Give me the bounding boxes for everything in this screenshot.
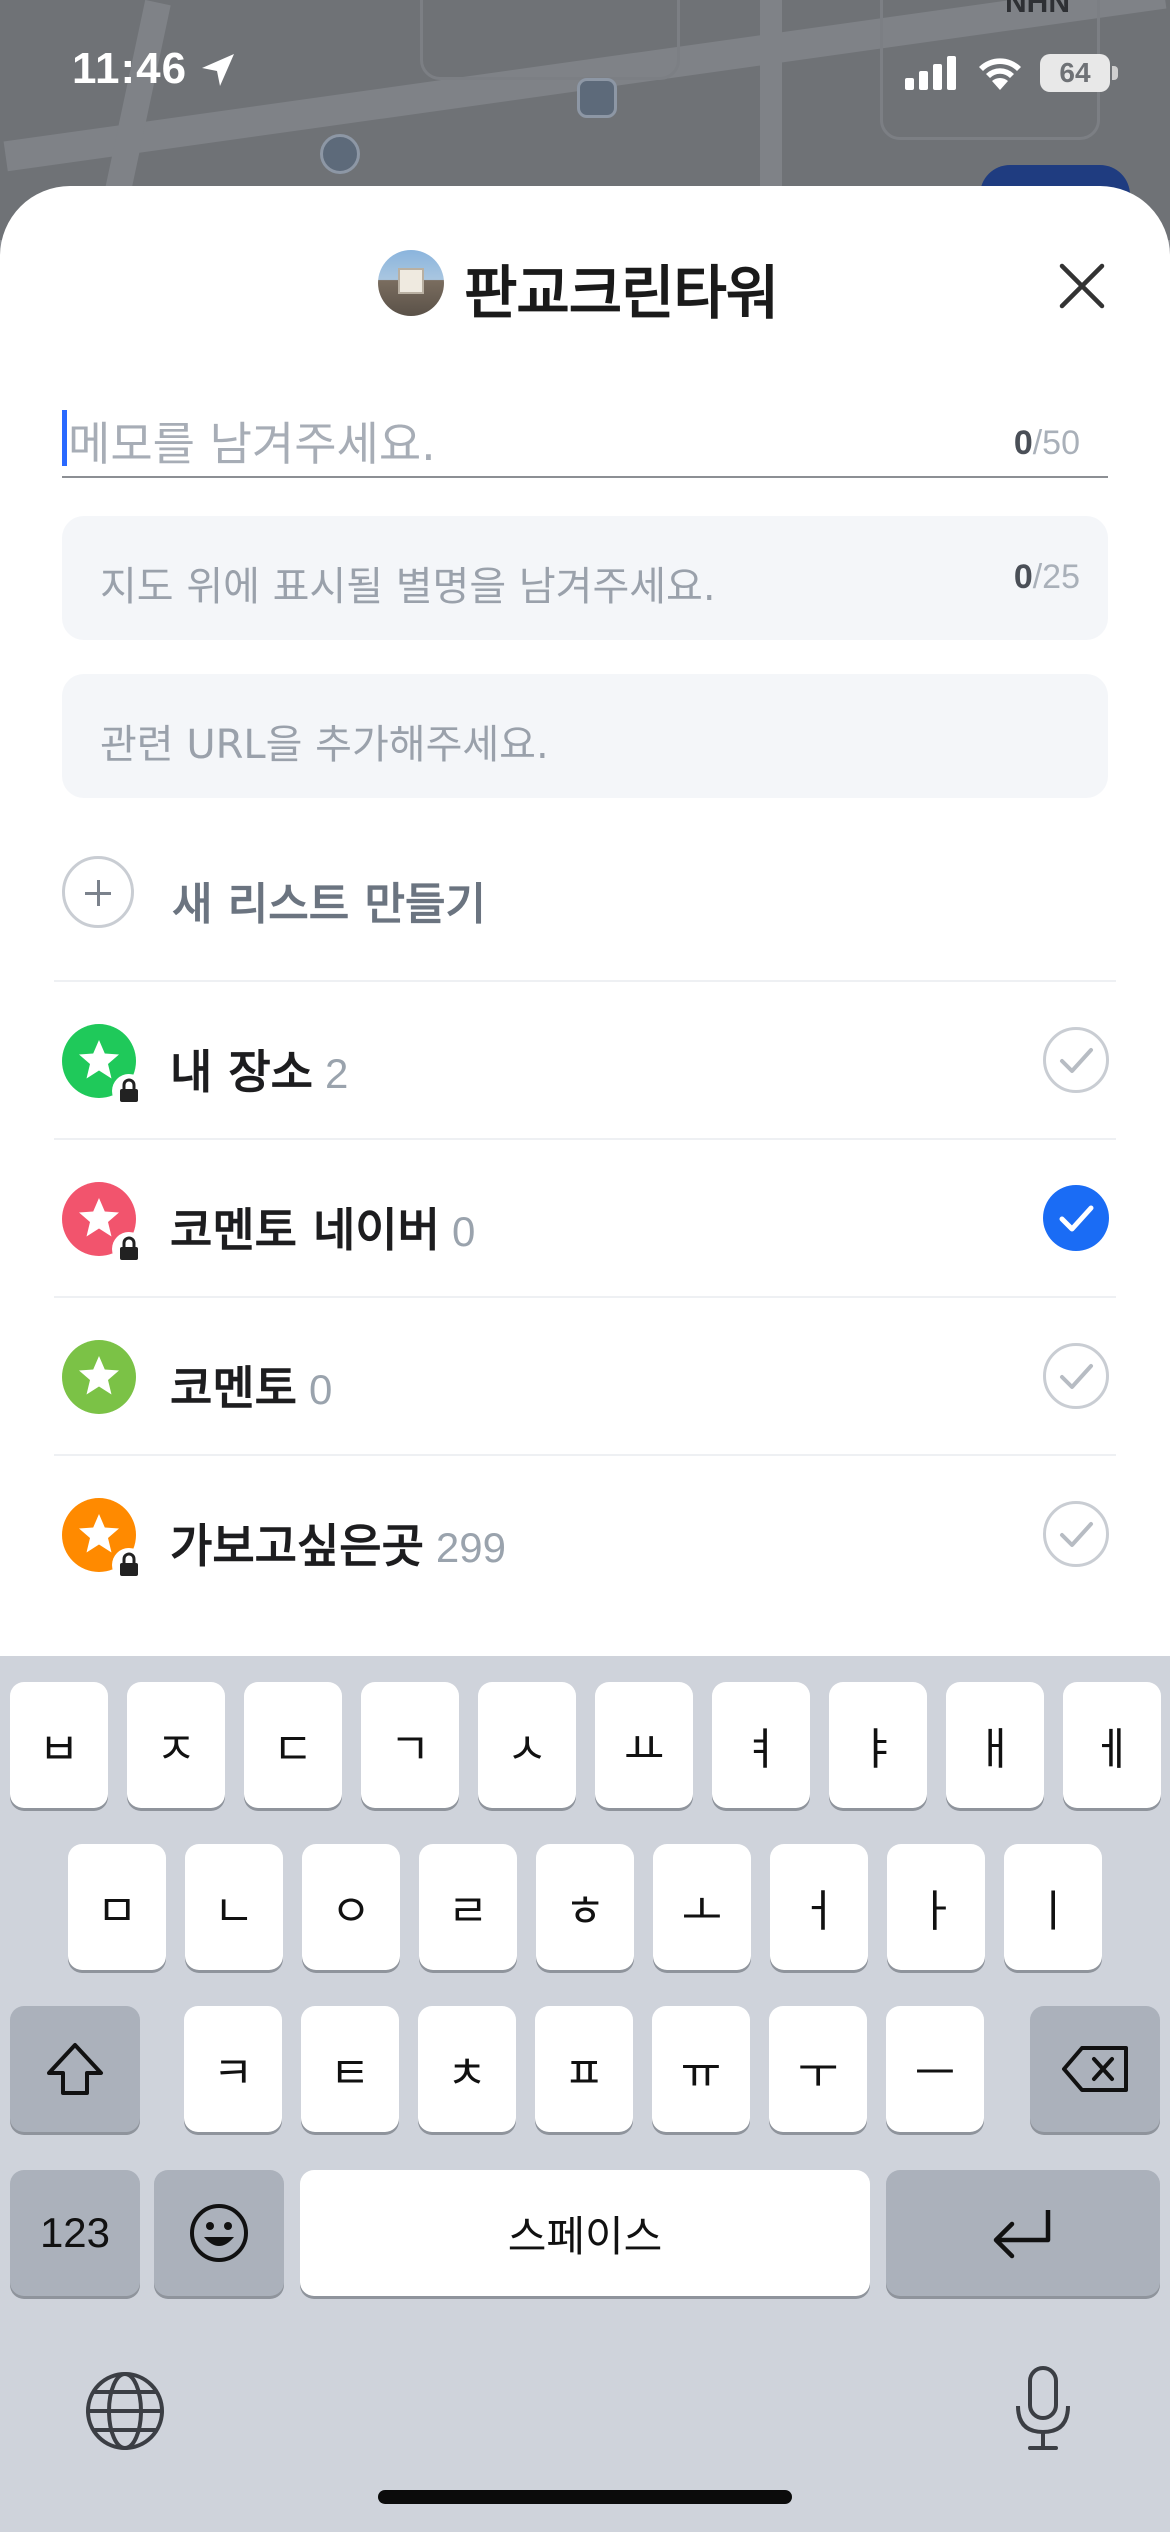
list-name-text: 내 장소 <box>170 1045 313 1099</box>
star-list-icon <box>62 1340 136 1414</box>
list-name-text: 코멘토 <box>170 1361 297 1415</box>
url-placeholder: 관련 URL을 추가해주세요. <box>100 722 549 768</box>
memo-input[interactable]: 메모를 남겨주세요. 0/50 <box>62 396 1108 478</box>
letter-key[interactable]: ㅊ <box>418 2006 516 2132</box>
memo-counter: 0/50 <box>1014 424 1080 463</box>
letter-key[interactable]: ㅅ <box>478 1682 576 1808</box>
list-item[interactable]: 내 장소 2 <box>54 980 1116 1138</box>
battery-tip <box>1112 66 1118 80</box>
letter-key[interactable]: ㄱ <box>361 1682 459 1808</box>
letter-key[interactable]: ㅌ <box>301 2006 399 2132</box>
unchecked-icon[interactable] <box>1042 1342 1110 1410</box>
list-item[interactable]: 코멘토 0 <box>54 1296 1116 1454</box>
alias-count-current: 0 <box>1013 558 1033 596</box>
letter-key[interactable]: ㅂ <box>10 1682 108 1808</box>
place-thumbnail <box>378 250 444 316</box>
letter-key[interactable]: ㅠ <box>652 2006 750 2132</box>
list-name: 가보고싶은곳 299 <box>170 1510 506 1576</box>
letter-key[interactable]: ㅣ <box>1004 1844 1102 1970</box>
letter-key[interactable]: ㅕ <box>712 1682 810 1808</box>
letter-key[interactable]: ㅗ <box>653 1844 751 1970</box>
text-cursor <box>62 410 67 466</box>
letter-key[interactable]: ㅜ <box>769 2006 867 2132</box>
letter-key[interactable]: ㅇ <box>302 1844 400 1970</box>
plus-icon <box>62 856 134 928</box>
backspace-icon <box>1062 2046 1128 2092</box>
status-time: 11:46 <box>72 44 188 93</box>
memo-placeholder: 메모를 남겨주세요. <box>68 417 436 471</box>
new-list-button[interactable]: 새 리스트 만들기 <box>62 836 1108 946</box>
memo-count-max: /50 <box>1032 424 1080 462</box>
wifi-icon <box>975 52 1025 94</box>
letter-key[interactable]: ㅍ <box>535 2006 633 2132</box>
lock-icon <box>112 1548 146 1582</box>
list-name: 코멘토 0 <box>170 1352 332 1418</box>
memo-count-current: 0 <box>1013 424 1033 462</box>
alias-input[interactable]: 지도 위에 표시될 별명을 남겨주세요. 0/25 <box>62 516 1108 640</box>
list-name-text: 가보고싶은곳 <box>170 1519 424 1573</box>
alias-count-max: /25 <box>1032 558 1080 596</box>
globe-icon[interactable] <box>84 2370 166 2456</box>
close-button[interactable] <box>1052 256 1112 316</box>
close-icon <box>1059 263 1105 309</box>
letter-key[interactable]: ㅑ <box>829 1682 927 1808</box>
url-input[interactable]: 관련 URL을 추가해주세요. <box>62 674 1108 798</box>
letter-key[interactable]: ㄷ <box>244 1682 342 1808</box>
list-name: 코멘토 네이버 0 <box>170 1194 475 1260</box>
battery-indicator: 64 <box>1040 54 1110 92</box>
shift-icon <box>47 2043 103 2095</box>
status-bar: 11:46 64 <box>0 0 1170 150</box>
letter-key[interactable]: ㄹ <box>419 1844 517 1970</box>
emoji-key[interactable] <box>154 2170 284 2296</box>
list-count: 0 <box>451 1208 476 1255</box>
letter-key[interactable]: ㅋ <box>184 2006 282 2132</box>
microphone-icon[interactable] <box>1010 2364 1076 2458</box>
cellular-signal-icon <box>905 56 959 94</box>
list-name-text: 코멘토 네이버 <box>170 1203 440 1257</box>
list-name: 내 장소 2 <box>170 1036 348 1102</box>
letter-key[interactable]: ㅡ <box>886 2006 984 2132</box>
letter-key[interactable]: ㅈ <box>127 1682 225 1808</box>
new-list-label: 새 리스트 만들기 <box>172 879 486 930</box>
unchecked-icon[interactable] <box>1042 1500 1110 1568</box>
letter-key[interactable]: ㅔ <box>1063 1682 1161 1808</box>
location-arrow-icon <box>200 52 236 92</box>
place-title: 판교크린타워 <box>464 259 779 327</box>
list-count: 299 <box>435 1524 506 1571</box>
return-key[interactable] <box>886 2170 1160 2296</box>
lock-icon <box>112 1232 146 1266</box>
list-count: 0 <box>308 1366 333 1413</box>
letter-key[interactable]: ㄴ <box>185 1844 283 1970</box>
place-photo <box>398 268 424 294</box>
numbers-key[interactable]: 123 <box>10 2170 140 2296</box>
backspace-key[interactable] <box>1030 2006 1160 2132</box>
letter-key[interactable]: ㅏ <box>887 1844 985 1970</box>
letter-key[interactable]: ㅎ <box>536 1844 634 1970</box>
checked-icon[interactable] <box>1042 1184 1110 1252</box>
letter-key[interactable]: ㅁ <box>68 1844 166 1970</box>
list-item[interactable]: 가보고싶은곳 299 <box>54 1454 1116 1612</box>
letter-key[interactable]: ㅓ <box>770 1844 868 1970</box>
list-item[interactable]: 코멘토 네이버 0 <box>54 1138 1116 1296</box>
space-key[interactable]: 스페이스 <box>300 2170 870 2296</box>
alias-counter: 0/25 <box>1014 558 1080 597</box>
alias-placeholder: 지도 위에 표시될 별명을 남겨주세요. <box>100 564 716 610</box>
home-indicator <box>378 2490 792 2504</box>
save-place-sheet: 판교크린타워 메모를 남겨주세요. 0/50 지도 위에 표시될 별명을 남겨주… <box>0 186 1170 1666</box>
keyboard: ㅂㅈㄷㄱㅅㅛㅕㅑㅐㅔ ㅁㄴㅇㄹㅎㅗㅓㅏㅣ ㅋㅌㅊㅍㅠㅜㅡ 123 스페이스 <box>0 1656 1170 2532</box>
letter-key[interactable]: ㅛ <box>595 1682 693 1808</box>
letter-key[interactable]: ㅐ <box>946 1682 1044 1808</box>
list-count: 2 <box>324 1050 349 1097</box>
emoji-icon <box>190 2204 248 2262</box>
return-icon <box>993 2210 1051 2259</box>
shift-key[interactable] <box>10 2006 140 2132</box>
lock-icon <box>112 1074 146 1108</box>
unchecked-icon[interactable] <box>1042 1026 1110 1094</box>
